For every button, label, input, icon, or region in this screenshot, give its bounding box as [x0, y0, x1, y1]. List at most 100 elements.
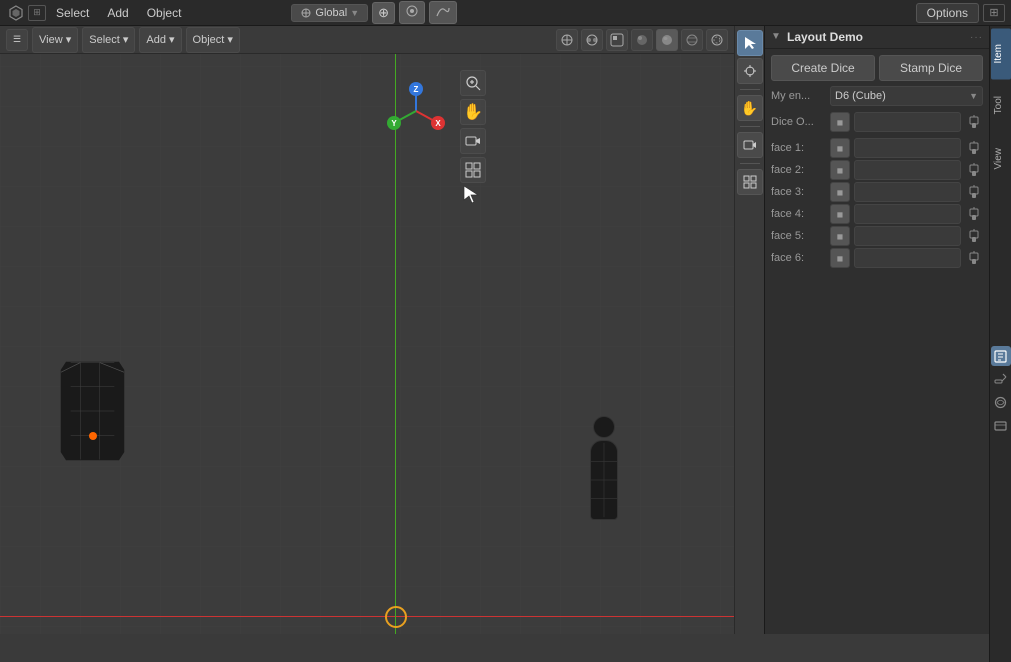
panel-title: Layout Demo: [787, 30, 970, 44]
horizontal-red-axis: [0, 616, 734, 617]
viewport-gizmo-btn[interactable]: [556, 29, 578, 51]
toolbar-separator1: [740, 89, 760, 90]
grab-btn[interactable]: ✋: [460, 99, 486, 125]
svg-text:Z: Z: [414, 85, 419, 94]
face-2-color[interactable]: ◼: [830, 160, 850, 180]
face-5-eyedropper[interactable]: [965, 226, 983, 246]
face-1-eyedropper[interactable]: [965, 138, 983, 158]
prop-icon-scene[interactable]: [991, 392, 1011, 412]
stamp-dice-btn[interactable]: Stamp Dice: [879, 55, 983, 81]
viewport-shading-rendered[interactable]: [631, 29, 653, 51]
face-1-label: face 1:: [771, 142, 826, 154]
tab-tool[interactable]: Tool: [991, 80, 1011, 130]
engine-select[interactable]: D6 (Cube) ▼: [830, 86, 983, 106]
face-4-color[interactable]: ◼: [830, 204, 850, 224]
layout-icon[interactable]: ⊞: [983, 4, 1005, 22]
face-3-eyedropper[interactable]: [965, 182, 983, 202]
viewport-xray-btn[interactable]: [706, 29, 728, 51]
svg-text:Y: Y: [391, 119, 397, 128]
face-6-field[interactable]: [854, 248, 961, 268]
tool-camera-btn[interactable]: [737, 132, 763, 158]
menu-object[interactable]: Object: [139, 4, 190, 22]
engine-row: My en... D6 (Cube) ▼: [771, 85, 983, 107]
character-object: [584, 416, 624, 516]
right-toolbar: ✋: [734, 26, 764, 634]
face-2-field[interactable]: [854, 160, 961, 180]
face-row-3: face 3: ◼: [771, 181, 983, 203]
char-head: [593, 416, 615, 438]
face-5-label: face 5:: [771, 230, 826, 242]
face-1-color[interactable]: ◼: [830, 138, 850, 158]
tool-cursor-btn[interactable]: [737, 58, 763, 84]
face-row-5: face 5: ◼: [771, 225, 983, 247]
top-bar: ⊞ Select Add Object Global ▼ ⊕ Options ⊞: [0, 0, 1011, 26]
face-6-eyedropper[interactable]: [965, 248, 983, 268]
menu-add[interactable]: Add: [99, 4, 136, 22]
viewport-view-btn[interactable]: View ▾: [32, 27, 78, 53]
panel-header: ▼ Layout Demo ···: [765, 26, 989, 49]
viewport-overlay-btn[interactable]: [581, 29, 603, 51]
char-body-mesh: [590, 440, 618, 520]
panel-collapse-btn[interactable]: ▼: [771, 31, 783, 43]
tab-view[interactable]: View: [991, 132, 1011, 186]
viewport[interactable]: ☰ View ▾ Select ▾ Add ▾ Object ▾: [0, 26, 734, 634]
face-3-color[interactable]: ◼: [830, 182, 850, 202]
prop-icon-active[interactable]: [991, 346, 1011, 366]
menu-select[interactable]: Select: [48, 4, 97, 22]
viewport-shading-wire[interactable]: [681, 29, 703, 51]
prop-icon-world[interactable]: [991, 415, 1011, 435]
viewport-menu-btn[interactable]: ☰: [6, 29, 28, 51]
face-4-field[interactable]: [854, 204, 961, 224]
dice-body: [60, 361, 125, 461]
viewport-object-btn[interactable]: Object ▾: [186, 27, 240, 53]
face-2-eyedropper[interactable]: [965, 160, 983, 180]
tool-select-btn[interactable]: [737, 30, 763, 56]
viewport-shading-solid[interactable]: [656, 29, 678, 51]
engine-label: My en...: [771, 90, 826, 102]
camera-btn[interactable]: [460, 128, 486, 154]
transform-label: Global: [315, 7, 347, 19]
transform-orientation-btn[interactable]: Global ▼: [291, 4, 368, 22]
svg-text:X: X: [435, 119, 441, 128]
grid-btn[interactable]: [460, 157, 486, 183]
dice-object-field[interactable]: [854, 112, 961, 132]
snap-btn[interactable]: ⊕: [372, 2, 395, 24]
dice-object-label: Dice O...: [771, 116, 826, 128]
toolbar-separator3: [740, 163, 760, 164]
face-row-2: face 2: ◼: [771, 159, 983, 181]
window-icon: ⊞: [28, 5, 46, 21]
dice-dot: [89, 432, 97, 440]
dice-object-eyedropper[interactable]: [965, 112, 983, 132]
face-4-eyedropper[interactable]: [965, 204, 983, 224]
viewport-add-btn[interactable]: Add ▾: [139, 27, 181, 53]
proportional-btn[interactable]: [399, 1, 425, 24]
face-3-label: face 3:: [771, 186, 826, 198]
engine-value: D6 (Cube): [835, 90, 886, 102]
zoom-to-fit-btn[interactable]: [460, 70, 486, 96]
main-area: ☰ View ▾ Select ▾ Add ▾ Object ▾: [0, 26, 1011, 634]
viewport-header: ☰ View ▾ Select ▾ Add ▾ Object ▾: [0, 26, 734, 54]
dice-object-color[interactable]: ◼: [830, 112, 850, 132]
viewport-select-btn[interactable]: Select ▾: [82, 27, 135, 53]
face-3-field[interactable]: [854, 182, 961, 202]
viewport-shading-material[interactable]: [606, 29, 628, 51]
face-row-4: face 4: ◼: [771, 203, 983, 225]
face-row-1: face 1: ◼: [771, 137, 983, 159]
curve-btn[interactable]: [429, 1, 457, 24]
panel-options-dots[interactable]: ···: [970, 32, 983, 43]
create-dice-btn[interactable]: Create Dice: [771, 55, 875, 81]
face-5-field[interactable]: [854, 226, 961, 246]
properties-panel: ▼ Layout Demo ··· Create Dice Stamp Dice…: [764, 26, 989, 634]
viewport-side-tools: ✋: [460, 70, 486, 183]
face-6-color[interactable]: ◼: [830, 248, 850, 268]
face-1-field[interactable]: [854, 138, 961, 158]
options-btn[interactable]: Options: [916, 3, 979, 23]
tab-item[interactable]: Item: [991, 28, 1011, 79]
top-bar-right: Options ⊞: [916, 3, 1005, 23]
tool-grid-btn[interactable]: [737, 169, 763, 195]
face-5-color[interactable]: ◼: [830, 226, 850, 246]
tool-grab-btn[interactable]: ✋: [737, 95, 763, 121]
origin-circle: [385, 606, 407, 628]
prop-icon-tool[interactable]: [991, 369, 1011, 389]
app-icon: [6, 3, 26, 23]
